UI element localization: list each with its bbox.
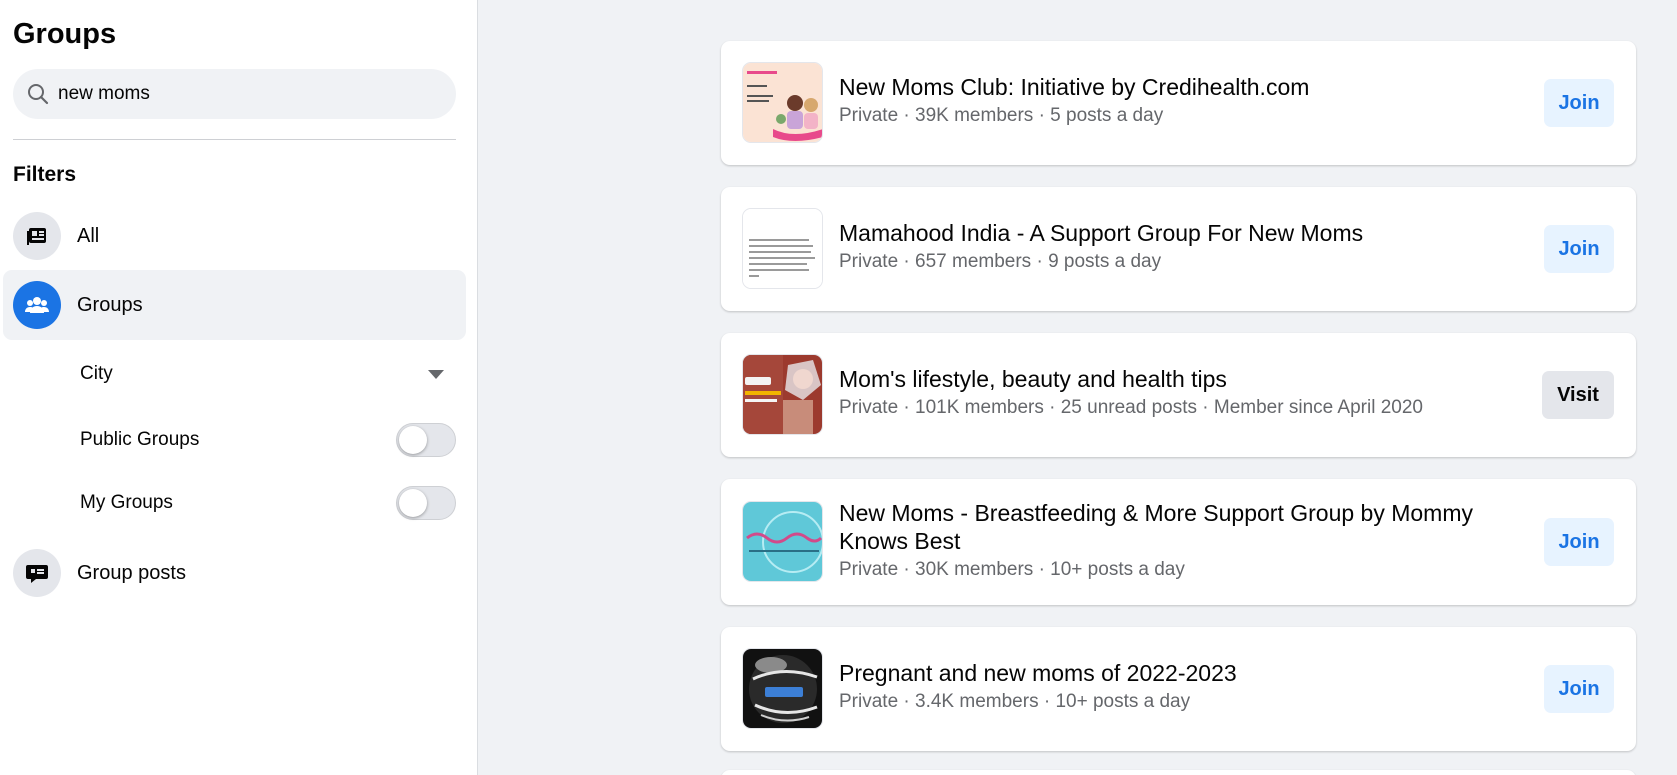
group-result-card[interactable]: New Moms - Breastfeeding & More Support … (721, 479, 1636, 605)
group-meta: Private · 30K members · 10+ posts a day (839, 559, 1185, 580)
group-thumbnail (742, 648, 823, 729)
group-name[interactable]: New Moms Club: Initiative by Credihealth… (839, 73, 1486, 101)
group-meta: Private · 3.4K members · 10+ posts a day (839, 691, 1191, 712)
group-thumbnail (742, 501, 823, 582)
public-groups-filter: Public Groups (80, 420, 456, 460)
divider (13, 139, 456, 140)
search-input[interactable] (58, 83, 438, 105)
group-result-card[interactable]: New Moms Club: Initiative by Credihealth… (721, 41, 1636, 165)
public-groups-toggle[interactable] (396, 423, 456, 457)
public-groups-label: Public Groups (80, 429, 200, 450)
group-name[interactable]: Pregnant and new moms of 2022-2023 (839, 659, 1486, 687)
join-button[interactable]: Join (1544, 79, 1614, 127)
page-title: Groups (13, 18, 117, 50)
group-name[interactable]: Mamahood India - A Support Group For New… (839, 219, 1486, 247)
join-button[interactable]: Join (1544, 225, 1614, 273)
my-groups-filter: My Groups (80, 483, 456, 523)
feed-icon (13, 212, 61, 260)
group-thumbnail (742, 354, 823, 435)
group-name[interactable]: New Moms - Breastfeeding & More Support … (839, 499, 1486, 555)
join-button[interactable]: Join (1544, 518, 1614, 566)
card-text: Mom's lifestyle, beauty and health tips … (839, 365, 1486, 421)
filter-item-label: Groups (77, 293, 143, 316)
chevron-down-icon (428, 369, 444, 379)
sidebar: Groups Filters All Groups City Public Gr… (0, 0, 478, 775)
group-meta: Private · 101K members · 25 unread posts… (839, 397, 1423, 418)
my-groups-label: My Groups (80, 492, 173, 513)
group-result-card[interactable]: Mamahood India - A Support Group For New… (721, 187, 1636, 311)
group-thumbnail (742, 62, 823, 143)
join-button[interactable]: Join (1544, 665, 1614, 713)
toggle-knob (399, 489, 427, 517)
group-meta: Private · 39K members · 5 posts a day (839, 105, 1164, 126)
group-meta: Private · 657 members · 9 posts a day (839, 251, 1162, 272)
group-thumbnail (742, 208, 823, 289)
filter-item-group-posts[interactable]: Group posts (3, 538, 466, 608)
group-name[interactable]: Mom's lifestyle, beauty and health tips (839, 365, 1486, 393)
card-text: New Moms - Breastfeeding & More Support … (839, 499, 1486, 583)
filters-heading: Filters (13, 163, 77, 186)
filter-item-label: All (77, 224, 100, 247)
city-dropdown[interactable]: City (80, 354, 456, 394)
groups-icon (13, 281, 61, 329)
card-text: New Moms Club: Initiative by Credihealth… (839, 73, 1486, 129)
visit-button[interactable]: Visit (1542, 371, 1614, 419)
next-result-card-partial (721, 770, 1636, 775)
filter-item-groups[interactable]: Groups (3, 270, 466, 340)
card-text: Mamahood India - A Support Group For New… (839, 219, 1486, 275)
group-result-card[interactable]: Pregnant and new moms of 2022-2023 Priva… (721, 627, 1636, 751)
my-groups-toggle[interactable] (396, 486, 456, 520)
search-box[interactable] (13, 69, 456, 119)
post-bubble-icon (13, 549, 61, 597)
filter-item-label: Group posts (77, 561, 186, 584)
group-result-card[interactable]: Mom's lifestyle, beauty and health tips … (721, 333, 1636, 457)
search-icon (26, 82, 50, 106)
toggle-knob (399, 426, 427, 454)
card-text: Pregnant and new moms of 2022-2023 Priva… (839, 659, 1486, 715)
city-label: City (80, 363, 113, 384)
filter-item-all[interactable]: All (3, 201, 466, 271)
